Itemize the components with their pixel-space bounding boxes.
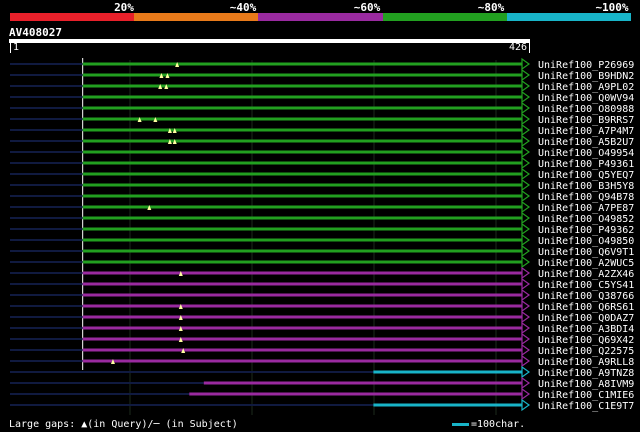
hit-label: UniRef100_A8IVM9	[538, 379, 634, 390]
hit-label: UniRef100_A9TNZ8	[538, 368, 634, 379]
hit-arrow	[521, 277, 531, 291]
alignment-chart: UniRef100_P26969UniRef100_B9HDN2UniRef10…	[10, 57, 634, 415]
hit-label: UniRef100_Q0WV94	[538, 93, 634, 104]
hit-arrow	[521, 178, 531, 192]
hit-label: UniRef100_A9PL02	[538, 82, 634, 93]
hit-label: UniRef100_C5YS41	[538, 280, 634, 291]
hit-arrow	[521, 376, 531, 390]
hit-arrow	[521, 123, 531, 137]
hit-label: UniRef100_O49850	[538, 236, 634, 247]
hit-label: UniRef100_A7P4M7	[538, 126, 634, 137]
hit-arrow	[521, 343, 531, 357]
hit-arrow	[521, 68, 531, 82]
hit-arrow	[521, 200, 531, 214]
hit-arrow	[521, 101, 531, 115]
hit-label: UniRef100_A2WUC5	[538, 258, 634, 269]
hit-arrow	[521, 211, 531, 225]
length-scale-swatch	[452, 423, 469, 426]
hit-label: UniRef100_Q94B78	[538, 192, 634, 203]
hit-label: UniRef100_O80988	[538, 104, 634, 115]
hit-label: UniRef100_Q5YEQ7	[538, 170, 634, 181]
hit-label: UniRef100_B9HDN2	[538, 71, 634, 82]
hit-label: UniRef100_Q69X42	[538, 335, 634, 346]
hit-arrow	[521, 233, 531, 247]
hit-label: UniRef100_Q38766	[538, 291, 634, 302]
hit-label: UniRef100_A5B2U7	[538, 137, 634, 148]
hit-label: UniRef100_A7PE87	[538, 203, 634, 214]
hit-arrow	[521, 156, 531, 170]
hit-arrow	[521, 387, 531, 401]
hit-arrow	[521, 365, 531, 379]
hit-label: UniRef100_P49362	[538, 225, 634, 236]
hit-label: UniRef100_B3H5Y8	[538, 181, 634, 192]
hit-arrow	[521, 354, 531, 368]
hit-arrow	[521, 266, 531, 280]
hit-label: UniRef100_Q22575	[538, 346, 634, 357]
hit-label: UniRef100_O49954	[538, 148, 634, 159]
hit-arrow	[521, 90, 531, 104]
hit-arrow	[521, 57, 531, 71]
hit-label: UniRef100_Q6V9T1	[538, 247, 634, 258]
hit-arrow	[521, 222, 531, 236]
hit-label: UniRef100_A3BDI4	[538, 324, 634, 335]
hit-label: UniRef100_B9RRS7	[538, 115, 634, 126]
hit-label: UniRef100_A2ZX46	[538, 269, 634, 280]
hit-arrow	[521, 321, 531, 335]
hit-label: UniRef100_Q6RS61	[538, 302, 634, 313]
hit-label: UniRef100_Q0DAZ7	[538, 313, 634, 324]
hit-arrow	[521, 189, 531, 203]
hit-arrow	[521, 299, 531, 313]
hit-label: UniRef100_P26969	[538, 60, 634, 71]
hit-label: UniRef100_A9RLL8	[538, 357, 634, 368]
hit-label: UniRef100_P49361	[538, 159, 634, 170]
hit-arrow	[521, 134, 531, 148]
hit-arrow	[521, 255, 531, 269]
length-scale-label: =100char.	[471, 419, 526, 430]
hit-arrow	[521, 145, 531, 159]
hit-arrow	[521, 112, 531, 126]
hit-label: UniRef100_C1E9T7	[538, 401, 634, 412]
hit-arrow	[521, 288, 531, 302]
hit-arrow	[521, 244, 531, 258]
hit-arrow	[521, 398, 531, 412]
hit-arrow	[521, 332, 531, 346]
hit-arrow	[521, 310, 531, 324]
hit-label: UniRef100_O49852	[538, 214, 634, 225]
length-scale-legend: =100char.	[452, 419, 525, 430]
hit-arrow	[521, 79, 531, 93]
hit-arrow	[521, 167, 531, 181]
hit-label: UniRef100_C1MIE6	[538, 390, 634, 401]
gap-legend: Large gaps: ▲(in Query)/─ (in Subject)	[9, 419, 238, 430]
